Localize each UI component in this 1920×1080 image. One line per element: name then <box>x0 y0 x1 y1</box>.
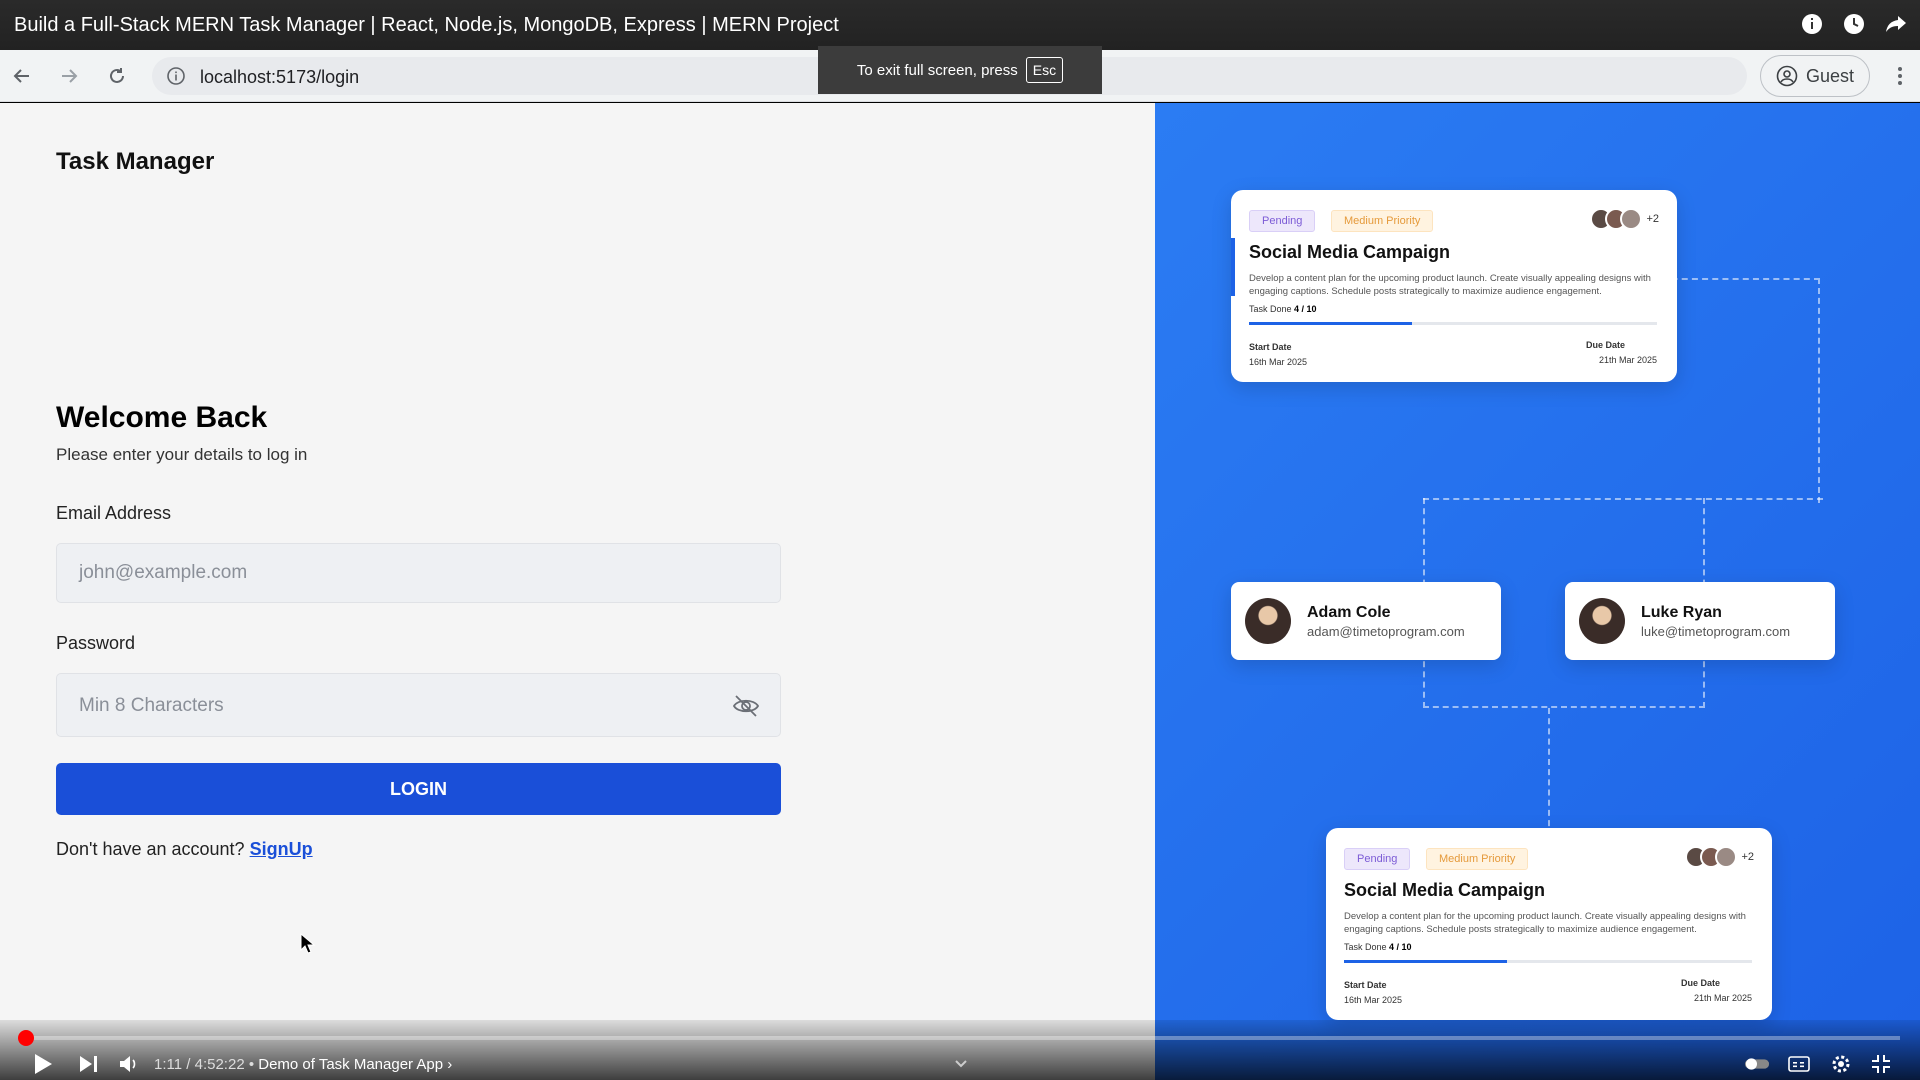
fullscreen-toast: To exit full screen, press Esc <box>818 46 1102 94</box>
user-card: Adam Cole adam@timetoprogram.com <box>1231 582 1501 660</box>
watch-later-icon[interactable] <box>1842 12 1866 36</box>
task-progress-bar <box>1344 960 1752 963</box>
start-date-label: Start Date <box>1344 980 1387 990</box>
task-done: Task Done 4 / 10 <box>1249 304 1317 314</box>
autoplay-toggle-icon[interactable] <box>1744 1052 1770 1076</box>
chapter-title[interactable]: Demo of Task Manager App <box>258 1056 443 1073</box>
info-icon[interactable] <box>1800 12 1824 36</box>
task-progress-fill <box>1344 960 1508 963</box>
start-date-label: Start Date <box>1249 342 1292 352</box>
due-date-value: 21th Mar 2025 <box>1693 993 1752 1003</box>
illustration-panel: Pending Medium Priority +2 Social Media … <box>1155 103 1920 1080</box>
task-description: Develop a content plan for the upcoming … <box>1344 911 1746 935</box>
priority-badge: Medium Priority <box>1426 848 1529 870</box>
video-controls: 1:11 / 4:52:22 • Demo of Task Manager Ap… <box>0 1020 1920 1080</box>
profile-label: Guest <box>1805 65 1855 86</box>
mouse-cursor-icon <box>300 932 316 955</box>
next-icon[interactable] <box>76 1052 102 1076</box>
task-description: Develop a content plan for the upcoming … <box>1249 273 1651 297</box>
exit-fullscreen-icon[interactable] <box>1868 1052 1894 1076</box>
task-card: Pending Medium Priority +2 Social Media … <box>1231 190 1677 382</box>
assignee-avatars: +2 <box>1590 208 1659 230</box>
task-done-value: 4 / 10 <box>1294 304 1317 314</box>
time-current: 1:11 <box>154 1056 183 1073</box>
back-button[interactable] <box>8 62 36 90</box>
page: Task Manager Welcome Back Please enter y… <box>0 103 1920 1080</box>
task-done-label: Task Done <box>1344 942 1387 952</box>
eye-off-icon[interactable] <box>732 694 760 718</box>
card-accent <box>1231 238 1235 296</box>
due-date-label: Due Date <box>1680 978 1720 988</box>
chevron-down-icon[interactable] <box>948 1052 974 1076</box>
status-badge: Pending <box>1249 210 1316 232</box>
email-label: Email Address <box>56 503 172 523</box>
site-info-icon[interactable] <box>166 66 186 86</box>
esc-key: Esc <box>1025 57 1064 83</box>
password-placeholder: Min 8 Characters <box>79 695 224 716</box>
user-email: adam@timetoprogram.com <box>1307 624 1465 639</box>
video-title-bar: Build a Full-Stack MERN Task Manager | R… <box>0 0 1920 50</box>
url-text: localhost:5173/login <box>200 67 360 87</box>
user-email: luke@timetoprogram.com <box>1641 624 1791 639</box>
task-progress-bar <box>1249 322 1657 325</box>
task-title: Social Media Campaign <box>1249 242 1451 262</box>
avatar <box>1579 598 1625 644</box>
browser-menu-icon[interactable] <box>1890 64 1910 88</box>
task-done-value: 4 / 10 <box>1389 942 1412 952</box>
login-subheading: Please enter your details to log in <box>56 445 308 464</box>
video-progress-bar[interactable] <box>24 1036 1900 1040</box>
signup-prompt: Don't have an account? <box>56 839 245 859</box>
video-title: Build a Full-Stack MERN Task Manager | R… <box>14 14 839 36</box>
user-name: Luke Ryan <box>1641 604 1722 621</box>
reload-button[interactable] <box>103 62 131 90</box>
due-date-value: 21th Mar 2025 <box>1598 355 1657 365</box>
email-field[interactable]: john@example.com <box>56 543 781 603</box>
volume-icon[interactable] <box>116 1052 142 1076</box>
password-field[interactable]: Min 8 Characters <box>56 673 781 737</box>
assignee-avatars: +2 <box>1685 846 1754 868</box>
password-label: Password <box>56 633 136 653</box>
time-total: 4:52:22 <box>194 1056 245 1073</box>
extra-assignees-count: +2 <box>1646 213 1659 225</box>
user-card: Luke Ryan luke@timetoprogram.com <box>1565 582 1835 660</box>
task-progress-fill <box>1249 322 1413 325</box>
avatar <box>1620 208 1643 230</box>
extra-assignees-count: +2 <box>1741 851 1754 863</box>
forward-button[interactable] <box>55 62 83 90</box>
task-done-label: Task Done <box>1249 304 1292 314</box>
due-date-label: Due Date <box>1585 340 1625 350</box>
avatar <box>1245 598 1291 644</box>
start-date-value: 16th Mar 2025 <box>1344 995 1403 1005</box>
email-placeholder: john@example.com <box>79 562 248 583</box>
app-brand: Task Manager <box>56 148 215 175</box>
login-button[interactable]: LOGIN <box>56 763 781 815</box>
login-panel: Task Manager Welcome Back Please enter y… <box>0 103 1155 1080</box>
captions-icon[interactable] <box>1786 1052 1812 1076</box>
fullscreen-toast-text: To exit full screen, press <box>856 61 1018 79</box>
task-title: Social Media Campaign <box>1344 880 1546 900</box>
priority-badge: Medium Priority <box>1331 210 1434 232</box>
video-scrubber-handle[interactable] <box>18 1030 34 1046</box>
settings-gear-icon[interactable] <box>1828 1052 1854 1076</box>
avatar <box>1715 846 1738 868</box>
login-heading: Welcome Back <box>56 401 268 434</box>
task-done: Task Done 4 / 10 <box>1344 942 1412 952</box>
task-card: Pending Medium Priority +2 Social Media … <box>1326 828 1772 1020</box>
status-badge: Pending <box>1344 848 1411 870</box>
signup-prompt-line: Don't have an account? SignUp <box>56 839 313 860</box>
video-time: 1:11 / 4:52:22 • Demo of Task Manager Ap… <box>154 1056 453 1073</box>
profile-button[interactable]: Guest <box>1760 55 1870 97</box>
user-name: Adam Cole <box>1307 604 1391 621</box>
share-icon[interactable] <box>1884 12 1908 36</box>
play-icon[interactable] <box>30 1052 56 1076</box>
signup-link[interactable]: SignUp <box>250 839 313 859</box>
start-date-value: 16th Mar 2025 <box>1249 357 1308 367</box>
profile-icon <box>1776 65 1798 87</box>
